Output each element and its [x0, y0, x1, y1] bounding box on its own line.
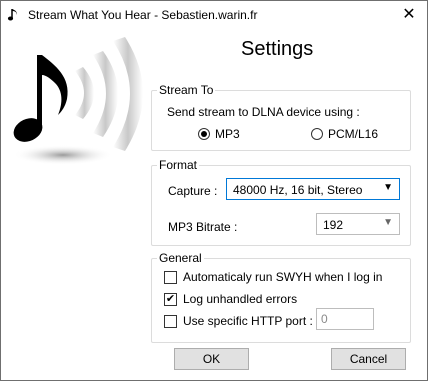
capture-label: Capture :: [168, 184, 218, 198]
pcm-l16-radio-label[interactable]: PCM/L16: [328, 127, 378, 141]
log-errors-checkbox[interactable]: ✔: [164, 293, 177, 306]
settings-window: Stream What You Hear - Sebastien.warin.f…: [0, 0, 428, 381]
music-note-icon: [7, 9, 17, 21]
general-legend: General: [159, 251, 202, 265]
http-port-input[interactable]: 0: [316, 308, 374, 330]
format-legend: Format: [159, 158, 198, 172]
bitrate-label: MP3 Bitrate :: [168, 220, 238, 234]
cancel-button[interactable]: Cancel: [331, 348, 406, 370]
stream-prompt: Send stream to DLNA device using :: [167, 105, 360, 119]
mp3-radio[interactable]: [198, 128, 210, 140]
capture-select-value: 48000 Hz, 16 bit, Stereo: [233, 183, 363, 197]
chevron-down-icon: ▼: [383, 217, 393, 228]
music-note-sound-waves-icon: [13, 37, 143, 165]
chevron-down-icon: ▼: [383, 182, 393, 193]
close-button[interactable]: ✕: [392, 3, 426, 27]
http-port-label[interactable]: Use specific HTTP port :: [183, 314, 313, 328]
pcm-l16-radio[interactable]: [311, 128, 323, 140]
http-port-checkbox[interactable]: [164, 315, 177, 328]
capture-select[interactable]: 48000 Hz, 16 bit, Stereo ▼: [226, 178, 400, 200]
ok-button[interactable]: OK: [174, 348, 249, 370]
log-errors-label[interactable]: Log unhandled errors: [183, 292, 297, 306]
autorun-label[interactable]: Automaticaly run SWYH when I log in: [183, 270, 382, 284]
checkmark-icon: ✔: [165, 293, 176, 305]
mp3-radio-label[interactable]: MP3: [215, 127, 240, 141]
page-title: Settings: [241, 38, 314, 60]
bitrate-select[interactable]: 192 ▼: [316, 213, 400, 235]
window-title: Stream What You Hear - Sebastien.warin.f…: [28, 8, 258, 22]
title-bar[interactable]: Stream What You Hear - Sebastien.warin.f…: [1, 1, 427, 30]
bitrate-select-value: 192: [323, 218, 344, 232]
close-icon: ✕: [402, 6, 416, 23]
stream-to-legend: Stream To: [159, 83, 214, 97]
autorun-checkbox[interactable]: [164, 271, 177, 284]
